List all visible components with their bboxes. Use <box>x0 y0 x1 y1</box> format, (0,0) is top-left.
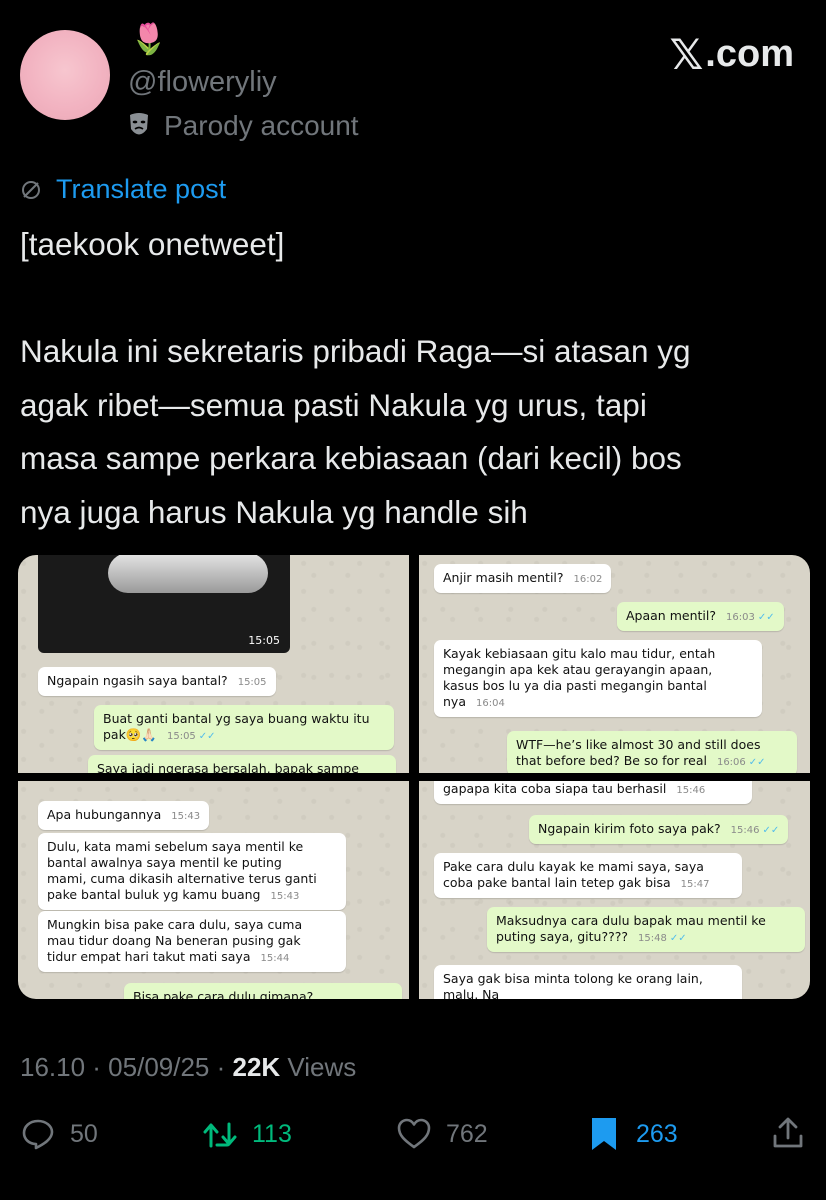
photo-time: 15:05 <box>248 634 280 647</box>
bookmark-icon <box>592 1118 616 1150</box>
parody-account-label: Parody account <box>128 110 359 142</box>
post-timestamp: 16.10 · 05/09/25 · <box>20 1052 233 1082</box>
repost-button[interactable]: 113 <box>202 1116 292 1152</box>
translate-icon <box>22 180 40 199</box>
like-button[interactable]: 762 <box>396 1116 488 1152</box>
repost-icon <box>203 1122 237 1148</box>
bookmark-count: 263 <box>636 1119 678 1148</box>
tweet-text: [taekook onetweet] Nakula ini sekretaris… <box>20 226 691 530</box>
chat-message: Dulu, kata mami sebelum saya mentil ke b… <box>38 833 346 910</box>
chat-message: WTF—he’s like almost 30 and still does t… <box>507 731 797 773</box>
parody-label-text: Parody account <box>164 110 359 141</box>
chat-screenshot-1[interactable]: 15:05 Ngapain ngasih saya bantal? 15:05 B… <box>18 555 409 773</box>
chat-message: Pake cara dulu kayak ke mami saya, saya … <box>434 853 742 898</box>
chat-message: Maksudnya cara dulu bapak mau mentil ke … <box>487 907 805 952</box>
chat-message: Mungkin bisa pake cara dulu, saya cuma m… <box>38 911 346 972</box>
chat-message: gapapa kita coba siapa tau berhasil 15:46 <box>434 781 752 804</box>
translate-post-link[interactable]: Translate post <box>20 174 226 205</box>
chat-screenshot-2[interactable]: Anjir masih mentil? 16:02 Apaan mentil? 16… <box>419 555 810 773</box>
user-handle[interactable]: @floweryliy <box>128 66 277 99</box>
share-icon <box>773 1117 803 1148</box>
bookmark-button[interactable]: 263 <box>586 1116 678 1152</box>
reply-button[interactable]: 50 <box>20 1116 98 1152</box>
reply-count: 50 <box>70 1119 98 1148</box>
like-count: 762 <box>446 1119 488 1148</box>
theater-mask-icon <box>130 113 148 135</box>
chat-message: Saya gak bisa minta tolong ke orang lain… <box>434 965 742 999</box>
chat-message: Kayak kebiasaan gitu kalo mau tidur, ent… <box>434 640 762 717</box>
chat-screenshot-4[interactable]: gapapa kita coba siapa tau berhasil 15:46… <box>419 781 810 999</box>
x-logo-icon: 𝕏 <box>669 30 704 79</box>
chat-message: Bisa pake cara dulu gimana? <box>124 983 402 999</box>
pillow-photo: 15:05 <box>38 555 290 653</box>
share-button[interactable] <box>770 1116 806 1152</box>
post-meta: 16.10 · 05/09/25 · 22K Views <box>20 1052 356 1083</box>
chat-message: Anjir masih mentil? 16:02 <box>434 564 612 593</box>
chat-message: Apaan mentil? 16:03 ✓✓ <box>617 602 784 631</box>
brand-domain: .com <box>705 33 794 75</box>
pillow-image <box>108 555 268 593</box>
chat-message: Saya jadi ngerasa bersalah, bapak sampe <box>88 755 396 773</box>
avatar[interactable] <box>20 30 110 120</box>
chat-message: Apa hubungannya 15:43 <box>38 801 210 830</box>
action-bar: 50 113 762 263 <box>0 1116 826 1166</box>
views-label: Views <box>280 1052 357 1082</box>
chat-screenshot-3[interactable]: Apa hubungannya 15:43 Dulu, kata mami seb… <box>18 781 409 999</box>
translate-label: Translate post <box>56 174 227 204</box>
tulip-emoji: 🌷 <box>130 23 168 56</box>
reply-icon <box>22 1119 54 1150</box>
x-brand-logo: 𝕏 .com <box>669 30 794 79</box>
chat-message: Ngapain ngasih saya bantal? 15:05 <box>38 667 276 696</box>
chat-message: Buat ganti bantal yg saya buang waktu it… <box>94 705 394 750</box>
media-grid[interactable]: 15:05 Ngapain ngasih saya bantal? 15:05 B… <box>18 555 810 999</box>
views-count: 22K <box>232 1052 281 1082</box>
chat-message: Ngapain kirim foto saya pak? 15:46 ✓✓ <box>529 815 789 844</box>
repost-count: 113 <box>252 1119 292 1148</box>
heart-icon <box>397 1118 431 1149</box>
